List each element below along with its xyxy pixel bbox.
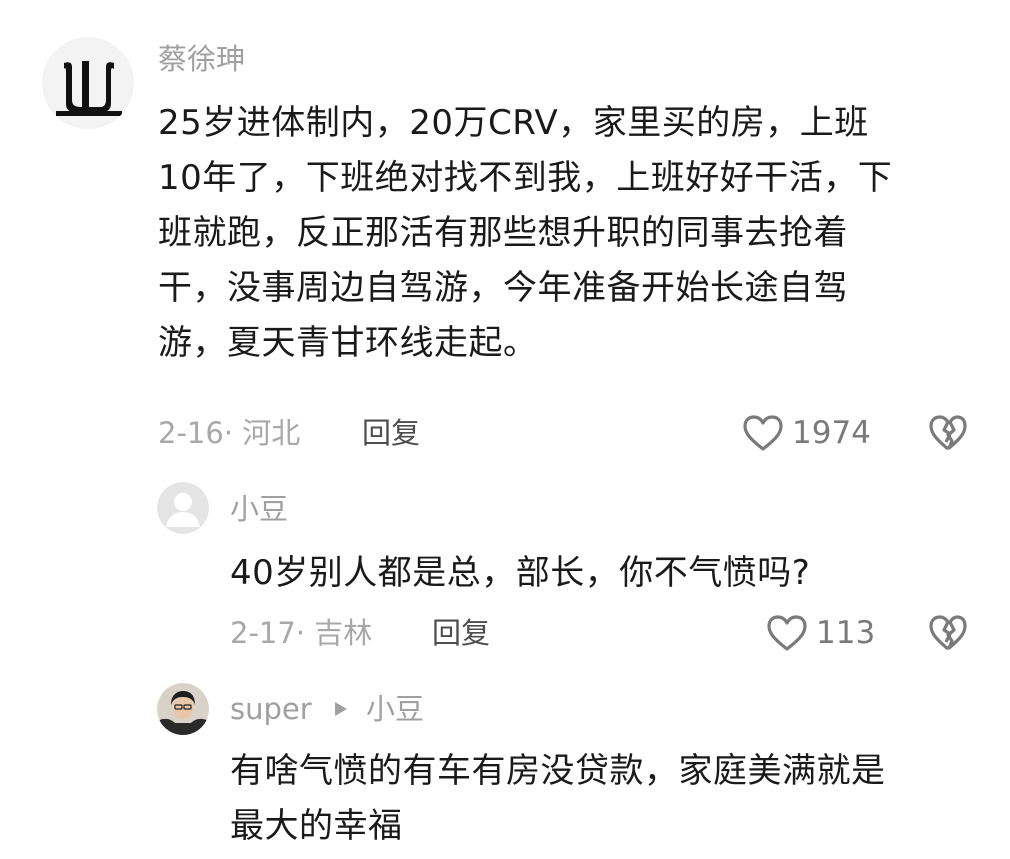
like-count: 113 [816,615,876,651]
commenter-avatar[interactable] [42,37,134,129]
comment-text-line: 干，没事周边自驾游，今年准备开始长途自驾 [158,268,848,308]
reply-text: 40岁别人都是总，部长，你不气愤吗? [230,546,810,601]
comment-text-line: 班就跑，反正那活有那些想升职的同事去抢着 [158,213,848,253]
comment-text-line: 10年了，下班绝对找不到我，上班好好干活，下 [158,158,893,198]
broken-heart-icon[interactable] [928,614,968,652]
replier-name[interactable]: super [230,692,312,726]
reply-button[interactable]: 回复 [362,416,420,450]
reply-text-line: 40岁别人都是总，部长，你不气愤吗? [230,553,811,593]
broken-heart-icon[interactable] [928,414,968,452]
replier-name[interactable]: 小豆 [230,492,288,526]
comment-text-line: 25岁进体制内，20万CRV，家里买的房，上班 [158,103,869,143]
reply-button[interactable]: 回复 [432,616,490,650]
like-count: 1974 [792,415,871,451]
reply-to-name[interactable]: 小豆 [366,692,424,726]
reply-date-location: 2-17· 吉林 [230,616,373,650]
replier-avatar[interactable] [157,482,209,534]
triangle-right-icon [333,700,349,718]
comment-date-location: 2-16· 河北 [158,416,301,450]
commenter-name[interactable]: 蔡徐珅 [158,42,245,76]
reply-text: 有啥气愤的有车有房没贷款，家庭美满就是 最大的幸福 [230,744,886,854]
comment-text-line: 游，夏天青甘环线走起。 [158,323,538,363]
reply-text-line: 最大的幸福 [230,806,403,846]
heart-outline-icon[interactable] [766,614,808,652]
heart-outline-icon[interactable] [742,414,784,452]
comment-text: 25岁进体制内，20万CRV，家里买的房，上班 10年了，下班绝对找不到我，上班… [158,96,892,371]
reply-text-line: 有啥气愤的有车有房没贷款，家庭美满就是 [230,751,886,791]
replier-avatar[interactable] [157,683,209,735]
